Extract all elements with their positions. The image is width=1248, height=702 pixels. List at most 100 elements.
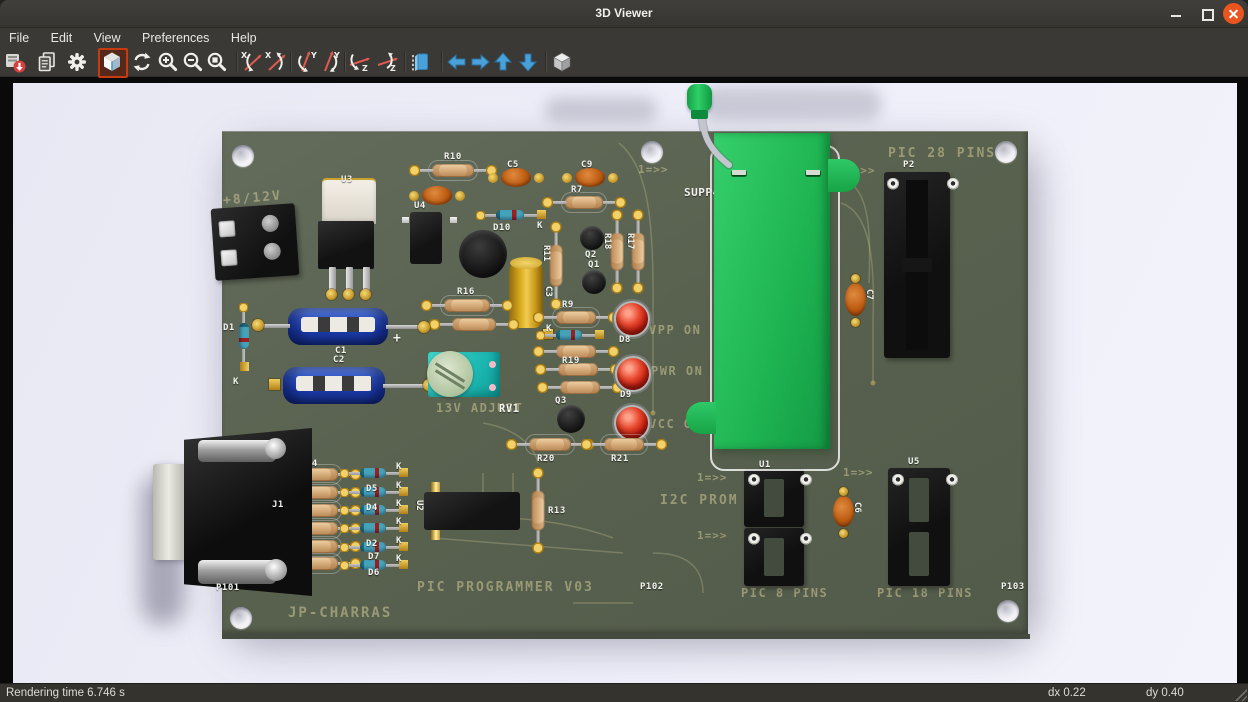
move-up-button[interactable] <box>491 50 515 74</box>
regulator-tab <box>322 180 376 224</box>
terminal-opening <box>261 214 279 232</box>
pin <box>450 217 457 223</box>
capacitor-c5 <box>501 168 531 187</box>
zoom-in-button[interactable] <box>156 50 180 74</box>
toolbar-separator <box>441 52 443 72</box>
resistor-r13 <box>532 491 545 531</box>
rotate-x-ccw-button[interactable]: X <box>240 50 264 74</box>
db9-screw-head <box>265 559 287 581</box>
ref-p101: P101 <box>216 583 240 593</box>
regulator-leg <box>346 267 353 291</box>
rotate-x-ccw-icon: X <box>240 50 264 74</box>
3d-viewer-window: 3D Viewer File Edit View Preferences Hel… <box>0 0 1248 702</box>
menu-file[interactable]: File <box>0 28 38 45</box>
maximize-icon <box>1202 9 1214 21</box>
toolbar-separator <box>290 52 292 72</box>
rendering-time: Rendering time 6.746 s <box>6 687 125 699</box>
refresh-view-button[interactable] <box>130 50 154 74</box>
ref-u2: U2 <box>414 500 424 511</box>
pin <box>748 533 760 545</box>
ortho-cube-icon <box>550 50 574 74</box>
silkscreen-pin1-marker: 1=>> <box>697 529 728 542</box>
solder-pad <box>326 289 337 300</box>
cathode-mark: K <box>546 324 552 334</box>
cube-3d-icon <box>100 50 124 74</box>
copy-icon <box>35 50 59 74</box>
viewport-3d[interactable]: +8/12V 13V ADJUST VPP ON PWR ON VCC ON P… <box>13 83 1237 683</box>
pin <box>887 178 899 190</box>
menu-edit[interactable]: Edit <box>42 28 82 45</box>
ic-u4 <box>410 212 442 264</box>
solder-pad <box>252 319 264 331</box>
ref-d1: D1 <box>223 323 235 333</box>
move-down-button[interactable] <box>516 50 540 74</box>
menu-help[interactable]: Help <box>222 28 266 45</box>
ref-u1: U1 <box>759 460 771 470</box>
cathode-mark: K <box>233 377 239 387</box>
terminal-screw <box>218 220 235 237</box>
export-image-icon <box>3 50 27 74</box>
resistor-r15 <box>452 318 496 331</box>
rotate-x-cw-icon: X <box>264 50 288 74</box>
svg-text:X: X <box>265 51 272 60</box>
ref-r21: R21 <box>611 454 629 464</box>
zoom-fit-button[interactable] <box>205 50 229 74</box>
rotate-z-ccw-button[interactable]: Z <box>347 50 371 74</box>
zoom-out-button[interactable] <box>181 50 205 74</box>
render-engine-button[interactable] <box>98 48 128 78</box>
ic-pins <box>431 530 513 540</box>
ref-c9: C9 <box>581 160 593 170</box>
cathode-mark: K <box>396 462 402 472</box>
maximize-button[interactable] <box>1196 3 1217 24</box>
rotate-z-cw-button[interactable]: Z <box>375 50 399 74</box>
move-left-button[interactable] <box>445 50 469 74</box>
rotate-y-cw-button[interactable]: Y <box>318 50 342 74</box>
diode-d1 <box>239 323 249 349</box>
render-options-button[interactable] <box>65 50 89 74</box>
move-right-button[interactable] <box>468 50 492 74</box>
pin <box>748 474 760 486</box>
terminal-block <box>211 203 300 281</box>
ic-u2 <box>424 492 520 530</box>
rotate-y-ccw-button[interactable]: Y <box>295 50 319 74</box>
close-button[interactable] <box>1223 3 1244 24</box>
diode-d10 <box>496 210 524 220</box>
silkscreen-pic18: PIC 18 PINS <box>877 586 973 600</box>
copy-image-button[interactable] <box>35 50 59 74</box>
mounting-hole <box>997 600 1019 622</box>
export-image-button[interactable] <box>3 50 27 74</box>
resistor-r21 <box>604 438 644 451</box>
capacitor-band <box>296 376 372 391</box>
minimize-button[interactable] <box>1166 3 1187 24</box>
gear-icon <box>65 50 89 74</box>
regulator-leg <box>329 267 336 291</box>
ref-p102: P102 <box>640 582 664 592</box>
cathode-mark: K <box>396 554 402 564</box>
resistor-r11 <box>550 245 563 287</box>
ref-r20: R20 <box>537 454 555 464</box>
flip-board-button[interactable] <box>408 50 432 74</box>
ref-p2: P2 <box>903 160 915 170</box>
menu-view[interactable]: View <box>85 28 130 45</box>
projection-button[interactable] <box>550 50 574 74</box>
menubar: File Edit View Preferences Help <box>0 28 1248 48</box>
ref-q3: Q3 <box>555 396 567 406</box>
rotate-y-cw-icon: Y <box>318 50 342 74</box>
ref-r11: R11 <box>541 245 551 261</box>
menu-preferences[interactable]: Preferences <box>133 28 218 45</box>
resize-grip[interactable] <box>1232 687 1247 701</box>
ref-d2: D2 <box>366 539 378 549</box>
rotate-x-cw-button[interactable]: X <box>264 50 288 74</box>
socket-opening <box>764 538 784 576</box>
toolbar-separator <box>236 52 238 72</box>
ref-rv1: RV1 <box>499 403 519 415</box>
cathode-mark: K <box>537 221 543 231</box>
statusbar: Rendering time 6.746 s dx 0.22 dy 0.40 <box>0 683 1248 702</box>
silkscreen-pwr-on: PWR ON <box>651 364 703 378</box>
resistor <box>560 381 600 394</box>
ref-r9: R9 <box>562 300 574 310</box>
ref-d7: D7 <box>368 552 380 562</box>
trimmer-knob <box>427 351 473 397</box>
minimize-icon <box>1171 15 1181 17</box>
titlebar[interactable]: 3D Viewer <box>0 0 1248 28</box>
